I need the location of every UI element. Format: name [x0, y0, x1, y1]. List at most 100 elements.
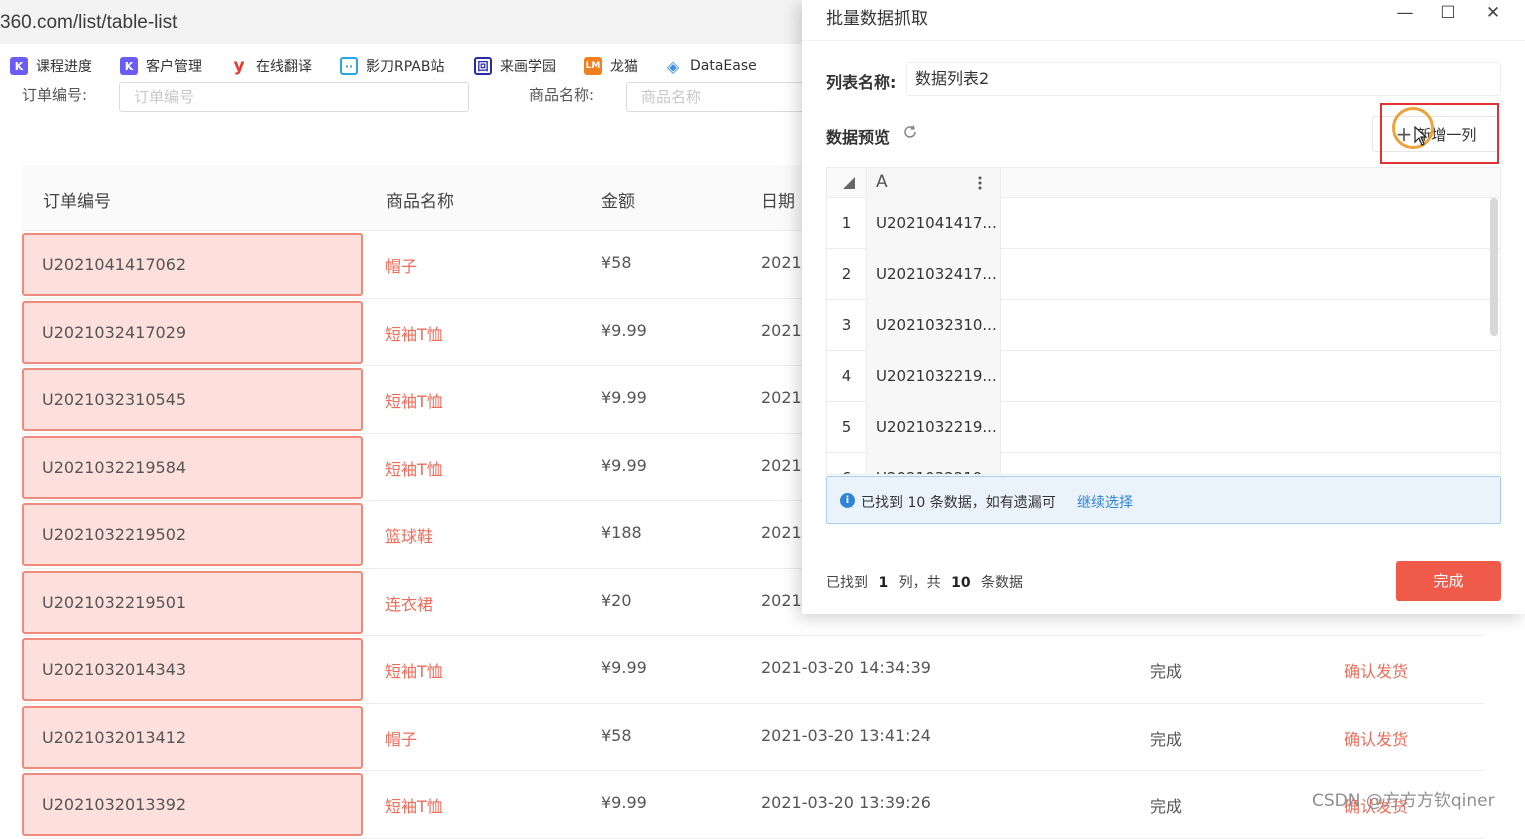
summary-rows: 10	[951, 575, 971, 591]
bookmark-label: DataEase	[690, 58, 757, 74]
product-cell: 连衣裙	[385, 594, 434, 614]
filter-row: 订单编号: 订单编号 商品名称: 商品名称	[0, 82, 826, 112]
table-row[interactable]: U2021032013392 短袖T恤 ¥9.99 2021-03-20 13:39:…	[22, 771, 1484, 839]
grid-row: 1 U2021041417...	[827, 198, 1500, 249]
list-name-input[interactable]: 数据列表2	[906, 62, 1501, 96]
confirm-ship-link[interactable]: 确认发货	[1344, 658, 1408, 682]
grid-row: 6U2021032219...	[827, 453, 1500, 474]
bookmark-label: 龙猫	[610, 59, 638, 75]
bookmark-laihua[interactable]: 回 来画学园	[474, 56, 556, 76]
column-a-label: A	[876, 172, 888, 192]
more-vertical-icon[interactable]	[977, 174, 983, 192]
bookmark-label: 客户管理	[146, 59, 202, 75]
order-cell: U2021041417062	[22, 233, 363, 296]
order-cell: U2021032219501	[22, 570, 363, 634]
order-cell: U2021032219584	[22, 435, 363, 499]
order-filter-input[interactable]: 订单编号	[119, 82, 469, 112]
bookmark-fanyi[interactable]: y 在线翻译	[230, 56, 312, 76]
grid-row-number: 1	[827, 198, 867, 249]
refresh-icon[interactable]	[902, 124, 918, 140]
grid-row-number: 5	[827, 402, 867, 453]
grid-row: 3 U2021032310...	[827, 300, 1500, 351]
summary-cols: 1	[878, 575, 889, 591]
date-cell: 2021-03-20 14:34:39	[761, 658, 931, 677]
bookmark-longmao[interactable]: LM 龙猫	[584, 56, 638, 76]
order-cell: U2021032013392	[22, 773, 363, 836]
close-button[interactable]: ✕	[1478, 2, 1508, 26]
bilibili-icon: ··	[340, 57, 358, 75]
grid-row: 2 U2021032417...	[827, 249, 1500, 300]
bookmark-label: 影刀RPAB站	[366, 59, 445, 75]
table-row[interactable]: U2021032014343 短袖T恤 ¥9.99 2021-03-20 14:34:…	[22, 636, 1484, 704]
bookmark-dataease[interactable]: ◈ DataEase	[664, 56, 757, 76]
csdn-watermark: CSDN @方方方钦qiner	[1312, 791, 1495, 811]
bookmark-label: 来画学园	[500, 59, 556, 75]
dataease-icon: ◈	[666, 56, 680, 76]
url-text[interactable]: 360.com/list/table-list	[0, 12, 177, 34]
grid-row: 4 U2021032219...	[827, 351, 1500, 402]
dialog-title: 批量数据抓取	[826, 9, 928, 29]
order-cell: U2021032014343	[22, 638, 363, 701]
grid-row-number: 3	[827, 300, 867, 351]
amount-cell: ¥9.99	[601, 658, 647, 677]
bookmark-kehu[interactable]: K 客户管理	[120, 56, 202, 76]
bookmark-yingdao[interactable]: ·· 影刀RPAB站	[340, 56, 444, 76]
date-cell: 2021-	[761, 590, 808, 610]
status-cell: 完成	[1150, 797, 1183, 816]
grid-cell-value[interactable]: U2021032219...	[867, 402, 1001, 453]
date-cell: 2021-03-20 13:41:24	[761, 725, 931, 745]
header-product: 商品名称	[386, 192, 454, 212]
product-cell: 篮球鞋	[385, 527, 434, 546]
grid-cell-value[interactable]: U2021032417...	[867, 249, 1001, 300]
header-order: 订单编号	[43, 192, 111, 212]
preview-grid: A 1 U2021041417... 2 U2021032417... 3 U202103…	[826, 167, 1501, 475]
product-filter-input[interactable]: 商品名称	[626, 82, 826, 112]
done-button[interactable]: 完成	[1396, 561, 1501, 601]
mouse-cursor-icon	[1414, 126, 1428, 146]
product-cell: 短袖T恤	[385, 797, 443, 816]
grid-cell-value[interactable]: U2021032219...	[867, 453, 1001, 474]
minimize-button[interactable]: —	[1390, 2, 1420, 26]
laihua-icon: 回	[474, 57, 492, 75]
column-a-header[interactable]: A	[867, 168, 1001, 198]
y-logo-icon: y	[233, 56, 245, 76]
header-date: 日期	[761, 192, 795, 212]
amount-cell: ¥58	[601, 725, 632, 745]
grid-cell-value[interactable]: U2021032310...	[867, 300, 1001, 351]
found-notice: i 已找到 10 条数据，如有遗漏可 继续选择	[826, 476, 1501, 524]
preview-label: 数据预览	[826, 128, 891, 147]
confirm-ship-link[interactable]: 确认发货	[1344, 726, 1408, 750]
select-all-corner[interactable]	[827, 168, 867, 198]
product-cell: 短袖T恤	[385, 662, 443, 681]
k-logo-icon: K	[120, 57, 138, 75]
order-filter-label: 订单编号:	[22, 86, 88, 104]
amount-cell: ¥9.99	[601, 793, 647, 812]
amount-cell: ¥9.99	[601, 320, 647, 340]
divider	[802, 40, 1525, 41]
list-name-label: 列表名称:	[826, 73, 897, 92]
grid-row-number: 4	[827, 351, 867, 402]
product-cell: 帽子	[385, 729, 418, 749]
bookmark-label: 课程进度	[36, 59, 92, 75]
k-logo-icon: K	[10, 57, 28, 75]
corner-triangle-icon	[843, 177, 855, 189]
header-amount: 金额	[601, 192, 635, 212]
date-cell: 2021-	[761, 253, 808, 272]
date-cell: 2021-	[761, 320, 808, 340]
maximize-button[interactable]: ☐	[1433, 2, 1463, 26]
date-cell: 2021-	[761, 455, 808, 475]
order-cell: U2021032310545	[22, 368, 363, 431]
amount-cell: ¥20	[601, 590, 632, 610]
info-icon: i	[840, 493, 855, 508]
continue-select-link[interactable]: 继续选择	[1077, 492, 1133, 512]
bookmark-kecheng[interactable]: K 课程进度	[10, 56, 92, 76]
summary-mid: 列，共	[898, 575, 941, 591]
date-cell: 2021-	[761, 523, 808, 542]
grid-cell-value[interactable]: U2021041417...	[867, 198, 1001, 249]
order-cell: U2021032013412	[22, 705, 363, 769]
grid-row: 5 U2021032219...	[827, 402, 1500, 453]
table-row[interactable]: U2021032013412 帽子 ¥58 2021-03-20 13:41:24 完成…	[22, 704, 1484, 771]
product-cell: 短袖T恤	[385, 324, 443, 344]
grid-scrollbar[interactable]	[1490, 198, 1498, 336]
grid-cell-value[interactable]: U2021032219...	[867, 351, 1001, 402]
